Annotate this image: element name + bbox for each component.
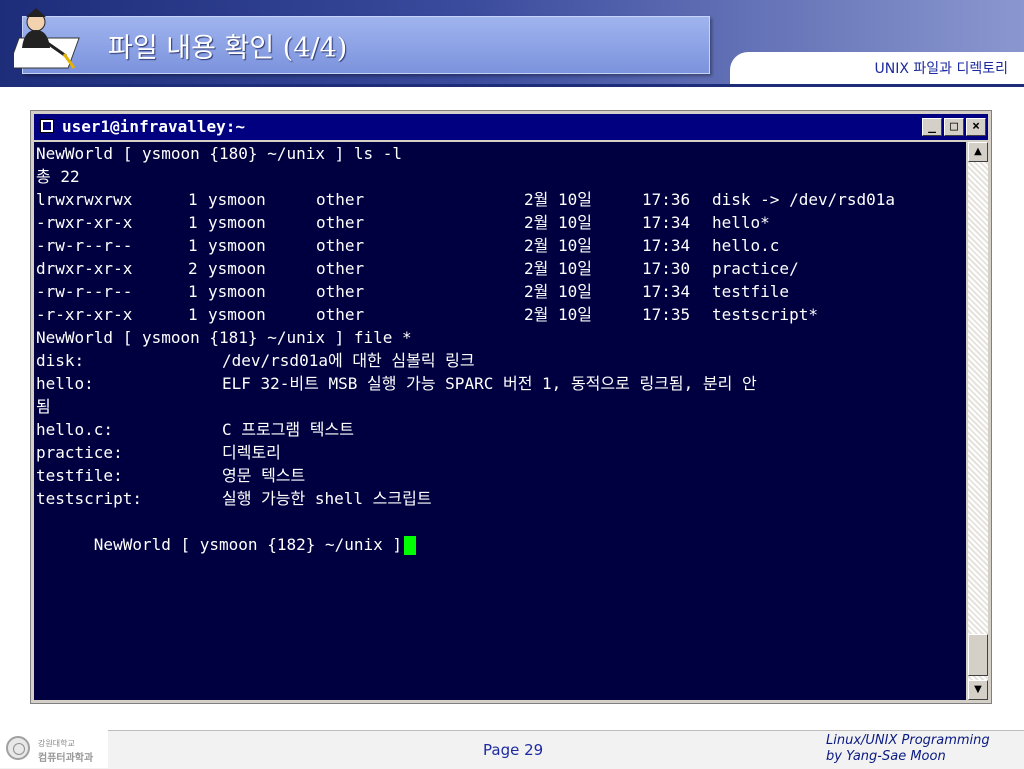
- terminal-window: user1@infravalley:~ _ □ × NewWorld [ ysm…: [30, 110, 992, 704]
- vertical-scrollbar[interactable]: ▲ ▼: [968, 142, 988, 700]
- ls-perm: drwxr-xr-x: [36, 259, 133, 278]
- ls-time: 17:34: [642, 213, 691, 232]
- ls-time: 17:35: [642, 305, 691, 324]
- course-credit: Linux/UNIX Programming by Yang-Sae Moon: [826, 733, 990, 765]
- file-type: 디렉토리: [222, 443, 281, 462]
- credit-author: by Yang-Sae Moon: [826, 749, 946, 764]
- slide-title: 파일 내용 확인 (4/4): [108, 33, 348, 64]
- ls-group: other: [316, 305, 365, 324]
- ls-name: disk -> /dev/rsd01a: [712, 190, 896, 209]
- ls-date: 2월 10일: [524, 259, 592, 278]
- file-type: 실행 가능한 shell 스크립트: [222, 489, 432, 508]
- slide-subtitle: UNIX 파일과 디렉토리: [874, 61, 1009, 77]
- ls-links: 1: [188, 213, 198, 232]
- ls-name: practice/: [712, 259, 799, 278]
- close-button[interactable]: ×: [966, 118, 986, 136]
- ls-links: 1: [188, 190, 198, 209]
- file-type: 영문 텍스트: [222, 466, 306, 485]
- maximize-button[interactable]: □: [944, 118, 964, 136]
- ls-name: hello.c: [712, 236, 780, 255]
- scroll-down-button[interactable]: ▼: [968, 680, 988, 700]
- ls-links: 1: [188, 282, 198, 301]
- ls-date: 2월 10일: [524, 213, 592, 232]
- department-name: 컴퓨터과학과: [38, 753, 94, 764]
- ls-links: 2: [188, 259, 198, 278]
- file-name: disk:: [36, 351, 85, 370]
- ls-time: 17:30: [642, 259, 691, 278]
- ls-date: 2월 10일: [524, 190, 592, 209]
- terminal-cursor: [404, 536, 417, 555]
- file-name: testfile:: [36, 466, 123, 485]
- window-titlebar[interactable]: user1@infravalley:~ _ □ ×: [34, 114, 988, 140]
- header-divider: [0, 84, 1024, 87]
- credit-course: Linux/UNIX Programming: [826, 733, 990, 748]
- ls-date: 2월 10일: [524, 236, 592, 255]
- ls-owner: ysmoon: [208, 236, 266, 255]
- ls-group: other: [316, 236, 365, 255]
- ls-total: 총 22: [36, 167, 80, 186]
- ls-owner: ysmoon: [208, 259, 266, 278]
- file-name: testscript:: [36, 489, 142, 508]
- prompt-line: NewWorld [ ysmoon {180} ~/unix ] ls -l: [36, 144, 403, 163]
- file-type: C 프로그램 텍스트: [222, 420, 354, 439]
- ls-time: 17:34: [642, 282, 691, 301]
- file-name: hello.c:: [36, 420, 114, 439]
- ls-owner: ysmoon: [208, 305, 266, 324]
- ls-perm: -rwxr-xr-x: [36, 213, 133, 232]
- prompt-text: NewWorld [ ysmoon {182} ~/unix ]: [93, 535, 403, 554]
- file-type: 됨: [36, 397, 51, 416]
- terminal-icon[interactable]: [40, 119, 54, 133]
- minimize-button[interactable]: _: [922, 118, 942, 136]
- scroll-thumb[interactable]: [968, 634, 988, 676]
- ls-perm: -rw-r--r--: [36, 236, 133, 255]
- ls-date: 2월 10일: [524, 305, 592, 324]
- university-name: 강원대학교: [38, 739, 75, 748]
- ls-name: testscript*: [712, 305, 818, 324]
- ls-group: other: [316, 259, 365, 278]
- terminal-output[interactable]: NewWorld [ ysmoon {180} ~/unix ] ls -l 총…: [34, 142, 966, 700]
- ls-group: other: [316, 190, 365, 209]
- ls-links: 1: [188, 305, 198, 324]
- file-name: hello:: [36, 374, 94, 393]
- ls-group: other: [316, 213, 365, 232]
- ls-time: 17:34: [642, 236, 691, 255]
- man-writing-icon: [14, 8, 80, 69]
- ls-name: testfile: [712, 282, 790, 301]
- file-name: practice:: [36, 443, 123, 462]
- ls-group: other: [316, 282, 365, 301]
- file-type: ELF 32-비트 MSB 실행 가능 SPARC 버전 1, 동적으로 링크됨…: [222, 374, 757, 393]
- scroll-up-button[interactable]: ▲: [968, 142, 988, 162]
- ls-date: 2월 10일: [524, 282, 592, 301]
- ls-perm: lrwxrwxrwx: [36, 190, 133, 209]
- ls-owner: ysmoon: [208, 213, 266, 232]
- file-type: /dev/rsd01a에 대한 심볼릭 링크: [222, 351, 475, 370]
- prompt-line: NewWorld [ ysmoon {182} ~/unix ]: [36, 510, 417, 555]
- ls-owner: ysmoon: [208, 282, 266, 301]
- ls-links: 1: [188, 236, 198, 255]
- ls-perm: -rw-r--r--: [36, 282, 133, 301]
- window-title: user1@infravalley:~: [62, 117, 246, 136]
- university-seal-icon: [6, 736, 30, 760]
- ls-perm: -r-xr-xr-x: [36, 305, 133, 324]
- ls-owner: ysmoon: [208, 190, 266, 209]
- ls-name: hello*: [712, 213, 770, 232]
- page-number: Page 29: [483, 741, 544, 759]
- prompt-line: NewWorld [ ysmoon {181} ~/unix ] file *: [36, 328, 412, 347]
- ls-time: 17:36: [642, 190, 691, 209]
